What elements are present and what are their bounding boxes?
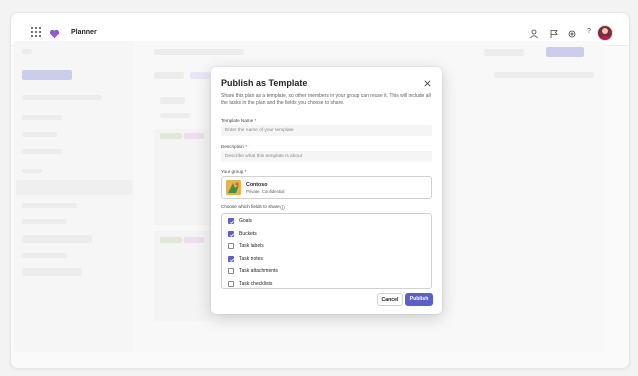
group-label: Your group * [221, 169, 247, 174]
checkbox-unchecked[interactable] [228, 243, 234, 249]
group-privacy: Private, Confidential [246, 189, 285, 194]
close-icon[interactable] [423, 79, 432, 88]
field-option-label: Task checklists [239, 280, 273, 287]
publish-button[interactable]: Publish [405, 293, 433, 306]
fields-list: Goals Buckets Task labels Task notes Task at… [221, 213, 432, 289]
field-option-label: Task attachments [239, 268, 278, 274]
description-input[interactable]: Describe what this template is about [221, 151, 432, 162]
group-avatar [226, 180, 241, 195]
cancel-button[interactable]: Cancel [377, 293, 403, 306]
planner-logo-icon [49, 29, 60, 39]
gear-icon[interactable] [567, 29, 577, 39]
field-option-label: Task notes [239, 255, 263, 262]
group-name: Contoso [246, 182, 268, 188]
dialog-title: Publish as Template [221, 78, 308, 88]
info-icon[interactable] [280, 204, 285, 210]
checkmark-icon [229, 257, 235, 262]
template-name-input[interactable]: Enter the name of your template [221, 125, 432, 136]
description-label: Description * [221, 144, 248, 149]
checkbox-checked[interactable] [228, 230, 235, 237]
required-mark: * [244, 169, 247, 174]
people-icon[interactable] [529, 29, 539, 39]
checkmark-icon [229, 232, 235, 237]
publish-template-dialog: Publish as Template Share this plan as a… [211, 67, 442, 314]
field-option-label: Buckets [239, 230, 257, 237]
checkbox-checked[interactable] [228, 255, 235, 262]
help-icon[interactable]: ? [587, 28, 597, 38]
checkbox-checked[interactable] [228, 218, 235, 224]
checkmark-icon [229, 220, 235, 224]
group-selector[interactable]: Contoso Private, Confidential [221, 176, 432, 199]
checkbox-unchecked[interactable] [228, 280, 234, 287]
field-option-label: Task labels [239, 243, 264, 249]
required-mark: * [254, 118, 257, 123]
fields-label: Choose which fields to share [221, 204, 280, 209]
checkbox-unchecked[interactable] [228, 268, 234, 274]
avatar[interactable] [597, 25, 613, 41]
dialog-description: Share this plan as a template, so other … [221, 93, 431, 106]
app-name: Planner [71, 29, 97, 36]
field-option-label: Goals [239, 218, 253, 224]
app-launcher-icon[interactable] [31, 27, 41, 37]
flag-icon[interactable] [549, 29, 559, 39]
template-name-label: Template Name * [221, 118, 257, 123]
required-mark: * [245, 144, 248, 149]
